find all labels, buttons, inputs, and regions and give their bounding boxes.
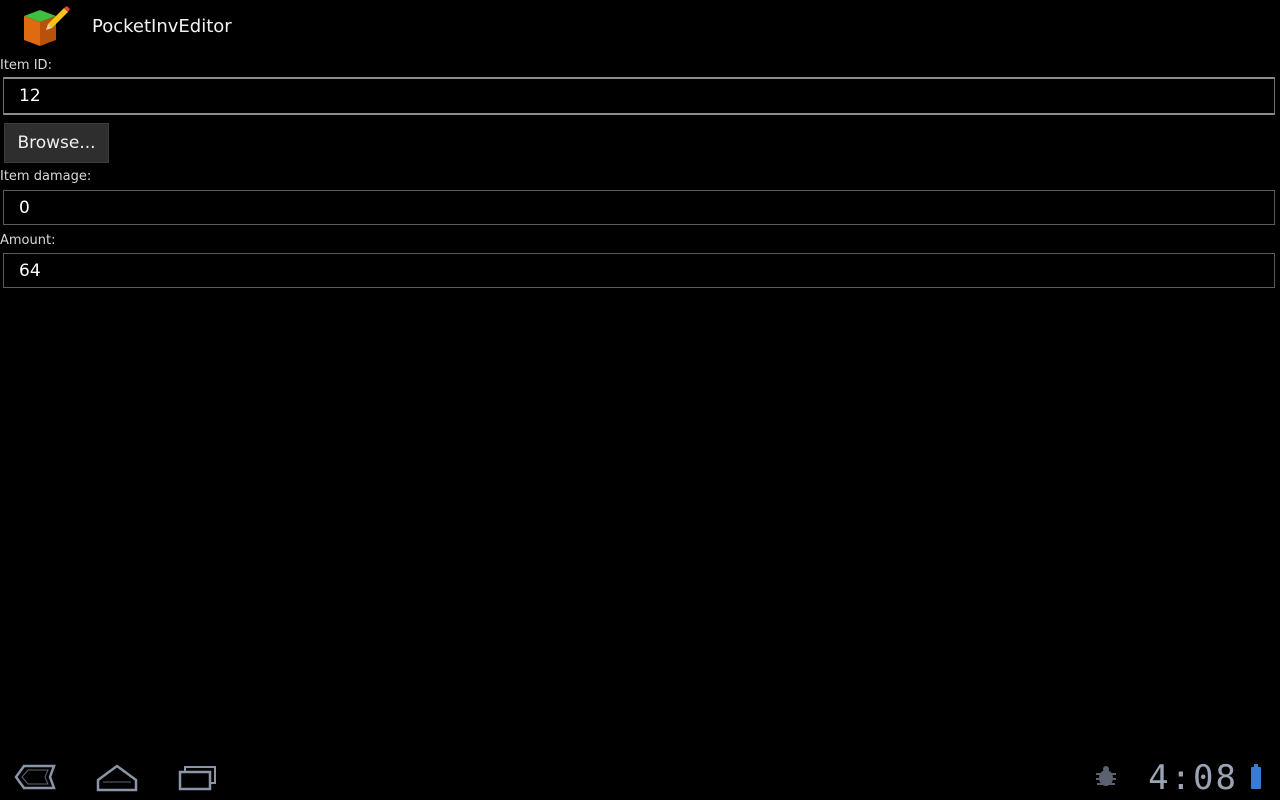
battery-icon bbox=[1250, 764, 1262, 794]
app-screen: PocketInvEditor Item ID: 12 Browse... It… bbox=[0, 0, 1280, 800]
amount-field[interactable]: 64 bbox=[3, 253, 1275, 288]
amount-value: 64 bbox=[19, 261, 41, 281]
app-cube-pencil-icon[interactable] bbox=[20, 6, 70, 50]
home-icon[interactable] bbox=[95, 762, 139, 792]
android-debug-icon bbox=[1094, 766, 1118, 792]
item-damage-value: 0 bbox=[19, 198, 30, 218]
action-bar: PocketInvEditor bbox=[0, 0, 1280, 56]
back-icon[interactable] bbox=[14, 762, 58, 792]
item-id-field[interactable]: 12 bbox=[3, 77, 1275, 115]
status-clock: 4:08 bbox=[1148, 758, 1238, 798]
item-damage-label: Item damage: bbox=[0, 169, 92, 184]
browse-button[interactable]: Browse... bbox=[4, 123, 109, 163]
app-title: PocketInvEditor bbox=[92, 16, 232, 37]
system-bar: 4:08 bbox=[0, 752, 1280, 800]
item-damage-field[interactable]: 0 bbox=[3, 190, 1275, 225]
recent-apps-icon[interactable] bbox=[176, 762, 220, 792]
item-id-value: 12 bbox=[19, 86, 41, 106]
amount-label: Amount: bbox=[0, 233, 56, 248]
item-id-label: Item ID: bbox=[0, 58, 52, 73]
